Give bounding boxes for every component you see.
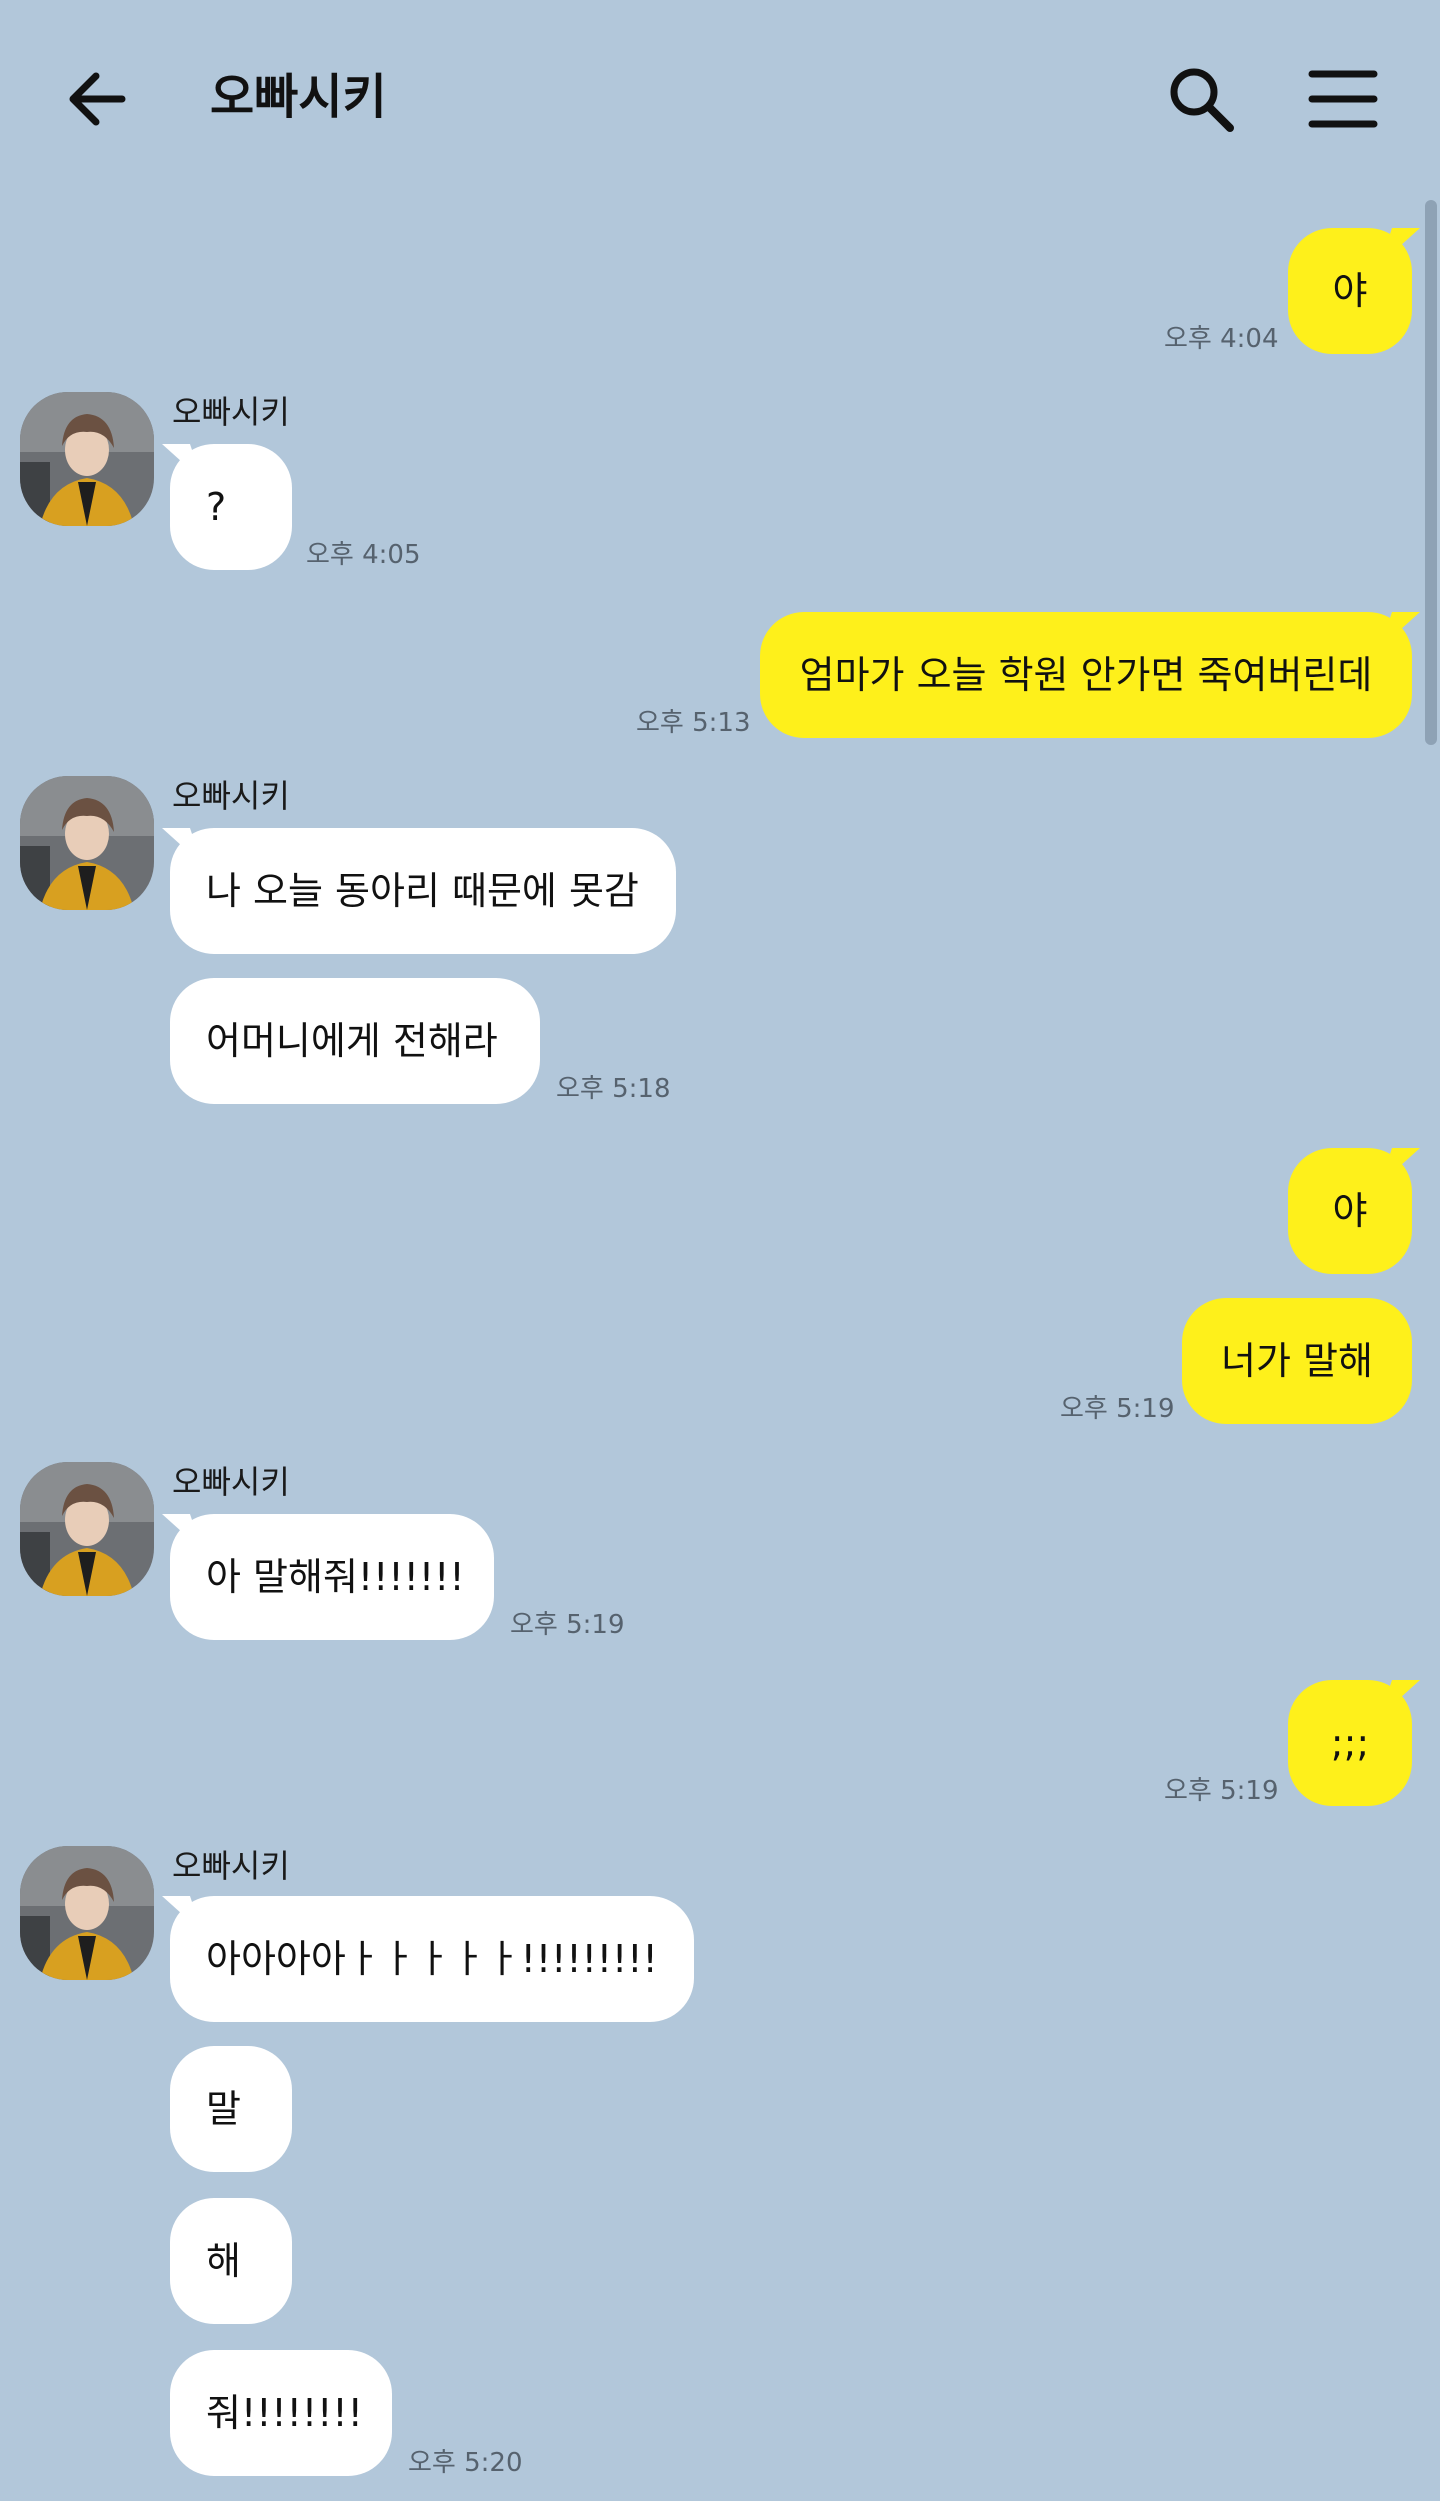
received-message-bubble[interactable]: 아 말해줘!!!!!!! (170, 1514, 494, 1640)
avatar[interactable] (20, 1846, 154, 1980)
received-message-bubble[interactable]: 아아아아ㅏㅏㅏㅏㅏ!!!!!!!!! (170, 1896, 694, 2022)
sender-name: 오빠시키 (172, 777, 290, 815)
message-timestamp: 오후 5:19 (1164, 1776, 1279, 1806)
search-icon[interactable] (1166, 64, 1236, 134)
chat-header: 오빠시키 (0, 0, 1440, 190)
message-timestamp: 오후 5:19 (510, 1610, 625, 1640)
back-arrow-icon[interactable] (62, 64, 132, 134)
sender-name: 오빠시키 (172, 1847, 290, 1885)
sender-name: 오빠시키 (172, 393, 290, 431)
received-message-bubble[interactable]: 어머니에게 전해라 (170, 978, 540, 1104)
message-timestamp: 오후 5:19 (1060, 1394, 1175, 1424)
avatar[interactable] (20, 776, 154, 910)
message-timestamp: 오후 4:05 (306, 540, 421, 570)
received-message-bubble[interactable]: 말 (170, 2046, 292, 2172)
message-timestamp: 오후 5:20 (408, 2448, 523, 2478)
received-message-bubble[interactable]: 해 (170, 2198, 292, 2324)
received-message-bubble[interactable]: 나 오늘 동아리 때문에 못감 (170, 828, 676, 954)
message-timestamp: 오후 5:18 (556, 1074, 671, 1104)
avatar[interactable] (20, 392, 154, 526)
chat-title: 오빠시키 (210, 69, 387, 125)
message-timestamp: 오후 4:04 (1164, 324, 1279, 354)
hamburger-menu-icon[interactable] (1308, 66, 1378, 132)
message-timestamp: 오후 5:13 (636, 708, 751, 738)
received-message-bubble[interactable]: 줘!!!!!!!! (170, 2350, 392, 2476)
my-message-bubble[interactable]: 야 (1288, 1148, 1412, 1274)
my-message-bubble[interactable]: ;;; (1288, 1680, 1412, 1806)
avatar[interactable] (20, 1462, 154, 1596)
my-message-bubble[interactable]: 야 (1288, 228, 1412, 354)
sender-name: 오빠시키 (172, 1463, 290, 1501)
received-message-bubble[interactable]: ? (170, 444, 292, 570)
my-message-bubble[interactable]: 너가 말해 (1182, 1298, 1412, 1424)
scrollbar[interactable] (1425, 200, 1437, 745)
my-message-bubble[interactable]: 엄마가 오늘 학원 안가면 죽여버린데 (760, 612, 1412, 738)
